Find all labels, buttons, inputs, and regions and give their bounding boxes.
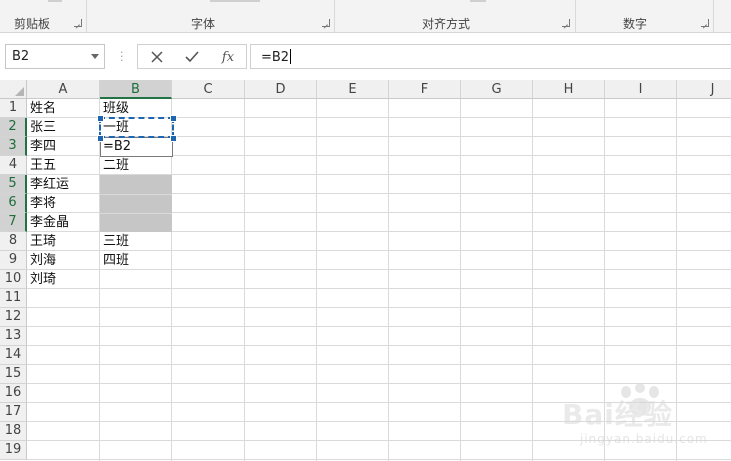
row-header-4[interactable]: 4 [0,156,27,175]
dialog-launcher-icon[interactable] [562,19,570,27]
gridline-horizontal [27,307,731,308]
cell-b3[interactable]: =B2 [100,137,172,156]
ribbon-group-clipboard: 剪贴板 [14,17,51,31]
formula-text: =B2 [261,50,290,65]
insert-function-button[interactable]: fx [214,46,242,68]
column-header-a[interactable]: A [27,80,100,99]
copy-marquee [99,117,174,138]
gridline-vertical [244,99,245,461]
column-header-i[interactable]: I [605,80,677,99]
cell-a10[interactable]: 刘琦 [27,270,100,289]
gridline-vertical [532,99,533,461]
dialog-launcher-icon[interactable] [701,19,709,27]
ribbon-group-font: 字体 [191,17,216,31]
formula-buttons: fx [137,44,247,69]
dialog-launcher-icon[interactable] [322,19,330,27]
cell-a4[interactable]: 王五 [27,156,100,175]
chevron-down-icon[interactable] [91,54,99,59]
ribbon-icon-hint [48,0,62,2]
row-header-11[interactable]: 11 [0,289,27,308]
ribbon-group-alignment: 对齐方式 [422,17,471,31]
cell-b1[interactable]: 班级 [100,99,172,118]
cell-b4[interactable]: 二班 [100,156,172,175]
row-header-2[interactable]: 2 [0,118,27,137]
drag-handle-icon[interactable]: · · · [120,47,124,66]
row-header-9[interactable]: 9 [0,251,27,270]
watermark-url: jingyan.baidu.com [580,432,708,446]
row-header-1[interactable]: 1 [0,99,27,118]
gridline-horizontal [27,345,731,346]
name-box-value: B2 [12,49,30,64]
cell-a7[interactable]: 李金晶 [27,213,100,232]
selection-handle[interactable] [97,135,104,142]
ribbon: 剪贴板 字体 对齐方式 数字 [0,0,731,33]
cell-divider [100,194,172,195]
enter-button[interactable] [178,46,206,68]
row-header-18[interactable]: 18 [0,422,27,441]
ribbon-group-number: 数字 [623,17,648,31]
selection-handle[interactable] [170,135,177,142]
gridline-horizontal [27,364,731,365]
column-header-h[interactable]: H [533,80,605,99]
cell-a8[interactable]: 王琦 [27,232,100,251]
gridline-vertical [460,99,461,461]
text-caret [290,49,292,64]
row-header-5[interactable]: 5 [0,175,27,194]
row-header-6[interactable]: 6 [0,194,27,213]
cell-a6[interactable]: 李将 [27,194,100,213]
ribbon-separator [86,0,87,32]
gridline-vertical [388,99,389,461]
row-header-7[interactable]: 7 [0,213,27,232]
cell-a1[interactable]: 姓名 [27,99,100,118]
ribbon-icon-hint [210,0,260,2]
cell-a2[interactable]: 张三 [27,118,100,137]
ribbon-icon-hint [470,0,486,2]
row-header-19[interactable]: 19 [0,441,27,460]
gridline-horizontal [27,288,731,289]
row-header-15[interactable]: 15 [0,365,27,384]
column-header-g[interactable]: G [461,80,533,99]
cell-b8[interactable]: 三班 [100,232,172,251]
ribbon-separator [334,0,335,32]
watermark-text: Bai经验 [562,398,673,431]
cancel-button[interactable] [143,46,171,68]
gray-filled-range [100,175,172,232]
cell-a3[interactable]: 李四 [27,137,100,156]
cell-a9[interactable]: 刘海 [27,251,100,270]
dialog-launcher-icon[interactable] [74,19,82,27]
column-header-f[interactable]: F [389,80,461,99]
row-header-16[interactable]: 16 [0,384,27,403]
cell-b9[interactable]: 四班 [100,251,172,270]
ribbon-separator [713,0,714,32]
row-header-13[interactable]: 13 [0,327,27,346]
gridline-horizontal [27,326,731,327]
baidu-watermark: Bai经验 jingyan.baidu.com [560,383,730,461]
column-header-e[interactable]: E [317,80,389,99]
formula-input[interactable]: =B2 [250,44,731,69]
gridline-vertical [316,99,317,461]
column-header-c[interactable]: C [172,80,245,99]
row-header-12[interactable]: 12 [0,308,27,327]
column-header-b[interactable]: B [100,80,172,99]
ribbon-separator [575,0,576,32]
row-header-14[interactable]: 14 [0,346,27,365]
row-header-17[interactable]: 17 [0,403,27,422]
row-header-10[interactable]: 10 [0,270,27,289]
select-all-button[interactable] [0,80,27,99]
selection-handle[interactable] [170,115,177,122]
name-box[interactable]: B2 [5,44,105,69]
column-header-d[interactable]: D [245,80,317,99]
close-icon [151,51,163,63]
cell-divider [100,213,172,214]
row-header-8[interactable]: 8 [0,232,27,251]
row-header-3[interactable]: 3 [0,137,27,156]
selection-handle[interactable] [97,115,104,122]
column-header-j[interactable]: J [677,80,731,99]
check-icon [185,51,199,63]
cell-a5[interactable]: 李红运 [27,175,100,194]
